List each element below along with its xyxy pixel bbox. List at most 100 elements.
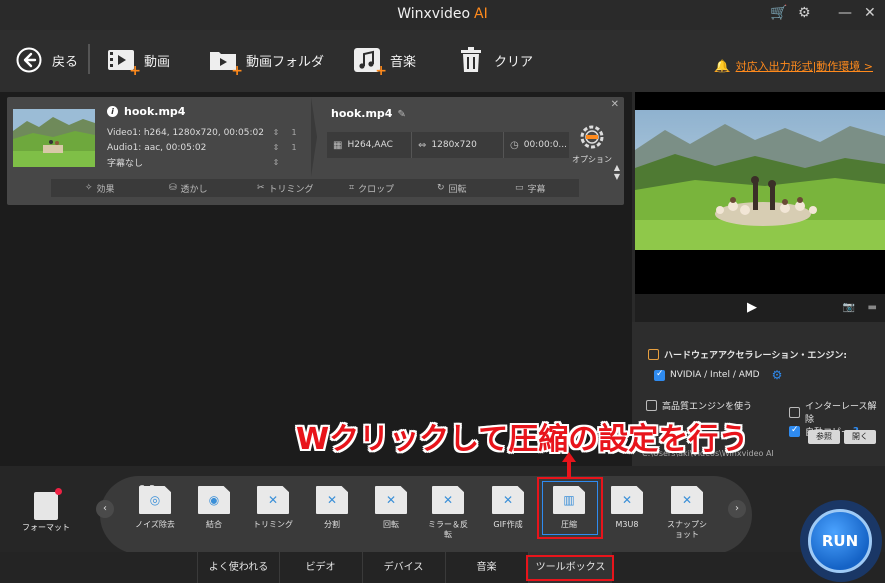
- subtitle-selector-icon[interactable]: ⇕: [267, 158, 285, 167]
- wrench-icon: ✕: [375, 486, 407, 514]
- music-label: 音楽: [390, 54, 417, 70]
- video-track-selector-icon[interactable]: ⇕: [267, 128, 285, 137]
- bell-icon: 🔔: [714, 59, 730, 73]
- scroll-left-icon[interactable]: ‹: [96, 500, 114, 518]
- effect-label: 効果: [96, 184, 115, 195]
- tool-mirror-flip[interactable]: ✕ ミラー＆反転: [420, 486, 476, 540]
- reorder-arrows-icon[interactable]: ▲ ▼: [614, 163, 620, 181]
- video-thumbnail[interactable]: [13, 109, 95, 167]
- app-title: Winxvideo AI: [0, 6, 885, 22]
- tab-label: ビデオ: [305, 562, 336, 573]
- hw-vendor-label: NVIDIA / Intel / AMD: [670, 370, 760, 380]
- trim-label: トリミング: [268, 184, 314, 195]
- tab-music[interactable]: 音楽: [445, 552, 527, 583]
- cart-icon[interactable]: 🛒: [770, 5, 787, 21]
- minimize-icon[interactable]: —: [838, 5, 852, 21]
- watermark-button[interactable]: ⛁ 透かし: [169, 182, 208, 195]
- deinterlace-row[interactable]: インターレース解除: [789, 399, 885, 425]
- option-button[interactable]: オプション: [572, 122, 612, 165]
- tab-popular[interactable]: よく使われる: [197, 552, 279, 583]
- title-bar: Winxvideo AI 🛒 ⚙ — ✕: [0, 0, 885, 30]
- tool-label: 分割: [324, 520, 340, 529]
- hw-engine-label: ハードウェアアクセラレーション・エンジン:: [664, 351, 847, 361]
- tool-merge[interactable]: ◉ 結合: [186, 486, 242, 530]
- audio-track-selector-icon[interactable]: ⇕: [267, 143, 285, 152]
- clear-label: クリア: [494, 54, 534, 70]
- support-formats-link[interactable]: 🔔 対応入出力形式|動作環境 >: [715, 58, 873, 74]
- watermark-label: 透かし: [180, 184, 208, 195]
- hw-vendor-checkbox[interactable]: [654, 369, 665, 381]
- trash-icon: [456, 45, 486, 75]
- tool-snapshot[interactable]: ✕ スナップショット: [659, 486, 715, 540]
- merge-icon: ◉: [198, 486, 230, 514]
- pencil-icon[interactable]: ✎: [397, 109, 405, 120]
- open-button[interactable]: 開く: [844, 430, 876, 444]
- audio-track-count-icon: 1: [291, 143, 297, 152]
- plus-icon: +: [231, 63, 243, 79]
- file-card[interactable]: i hook.mp4 Video1: h264, 1280x720, 00:05…: [7, 97, 624, 205]
- right-panel: ▶ 📷 ▬ ハードウェアアクセラレーション・エンジン: NVIDIA / Int…: [632, 92, 885, 466]
- card-divider: [311, 97, 317, 177]
- annotation-text: Wクリックして圧縮の設定を行う: [296, 422, 749, 457]
- crop-button[interactable]: ⌗ クロップ: [349, 182, 394, 195]
- tool-m3u8[interactable]: ✕ M3U8: [599, 486, 655, 530]
- back-button[interactable]: 戻る: [14, 44, 78, 76]
- format-label: フォーマット: [22, 523, 70, 532]
- trim-button[interactable]: ✂ トリミング: [257, 182, 314, 195]
- video-track-count-icon: 1: [291, 128, 297, 137]
- crop-icon: ⌗: [349, 183, 355, 193]
- tool-split[interactable]: ✕ 分割: [304, 486, 360, 530]
- hq-engine-checkbox[interactable]: [646, 400, 657, 411]
- watermark-icon: ⛁: [169, 183, 177, 193]
- folder-icon[interactable]: ▬: [868, 302, 877, 313]
- hw-vendor-row[interactable]: NVIDIA / Intel / AMD ⚙: [654, 368, 782, 382]
- tool-label: GIF作成: [493, 520, 523, 529]
- browse-label: 参照: [816, 432, 832, 441]
- source-file-name: hook.mp4: [124, 105, 186, 118]
- subtitle-label: 字幕: [527, 184, 546, 195]
- add-folder-button[interactable]: + 動画フォルダ: [208, 44, 324, 79]
- tab-video[interactable]: ビデオ: [279, 552, 361, 583]
- crop-label: クロップ: [358, 184, 395, 195]
- wrench-icon: ✕: [432, 486, 464, 514]
- video-label: 動画: [144, 54, 171, 70]
- effect-button[interactable]: ✧ 効果: [85, 182, 115, 195]
- tool-denoise[interactable]: ◎ ノイズ除去: [127, 486, 183, 530]
- video-track-info: Video1: h264, 1280x720, 00:05:02: [107, 127, 264, 138]
- tool-rotate[interactable]: ✕ 回転: [363, 486, 419, 530]
- deinterlace-label: インターレース解除: [804, 402, 877, 425]
- camera-icon[interactable]: 📷: [843, 302, 855, 313]
- browse-button[interactable]: 参照: [808, 430, 840, 444]
- tab-device[interactable]: デバイス: [362, 552, 444, 583]
- add-music-button[interactable]: + 音楽: [352, 44, 417, 79]
- open-label: 開く: [852, 432, 868, 441]
- play-icon[interactable]: ▶: [747, 300, 757, 315]
- run-button[interactable]: RUN: [808, 509, 872, 573]
- deinterlace-checkbox[interactable]: [789, 406, 800, 418]
- music-note-icon: +: [352, 45, 387, 79]
- format-button[interactable]: フォーマット: [22, 488, 70, 533]
- subtitle-button[interactable]: ▭ 字幕: [515, 182, 546, 195]
- hw-settings-gear-icon[interactable]: ⚙: [772, 368, 783, 382]
- tool-gif[interactable]: ✕ GIF作成: [480, 486, 536, 530]
- output-codec: H264,AAC: [347, 140, 393, 150]
- toolbox-highlight-frame: [526, 555, 614, 581]
- rotate-button[interactable]: ↻ 回転: [437, 182, 467, 195]
- gear-icon[interactable]: ⚙: [798, 5, 811, 21]
- clear-button[interactable]: クリア: [456, 44, 533, 76]
- hw-engine-row[interactable]: ハードウェアアクセラレーション・エンジン:: [648, 348, 847, 361]
- option-label: オプション: [572, 155, 612, 164]
- tool-trim[interactable]: ✕ トリミング: [245, 486, 301, 530]
- hw-engine-checkbox[interactable]: [648, 349, 659, 360]
- autocopy-checkbox[interactable]: [789, 425, 800, 437]
- scroll-right-icon[interactable]: ›: [728, 500, 746, 518]
- app-title-text: Winxvideo: [397, 6, 471, 22]
- close-icon[interactable]: ✕: [864, 5, 876, 21]
- remove-file-icon[interactable]: ✕: [611, 99, 619, 110]
- audio-track-info: Audio1: aac, 00:05:02: [107, 142, 207, 153]
- format-settings-icon: [34, 488, 62, 520]
- category-tabs: よく使われる ビデオ デバイス 音楽 ツールボックス: [0, 552, 885, 583]
- info-icon[interactable]: i: [107, 106, 118, 117]
- add-video-button[interactable]: + 動画: [106, 44, 171, 79]
- hq-engine-row[interactable]: 高品質エンジンを使う: [646, 399, 752, 412]
